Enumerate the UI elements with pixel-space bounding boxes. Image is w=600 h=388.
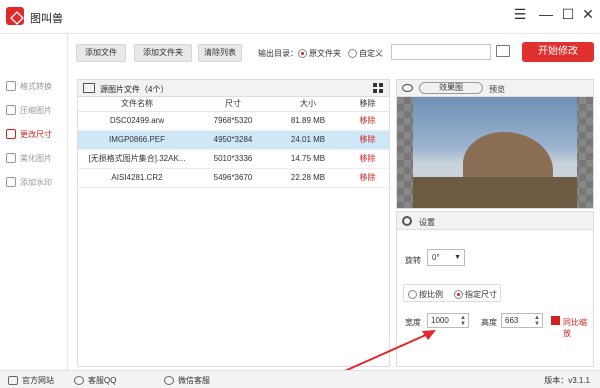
version-label: 版本：v3.1.1 xyxy=(544,376,590,385)
footer: 官方网站 客服QQ 微信客服 版本：v3.1.1 xyxy=(0,370,600,388)
website-link[interactable]: 官方网站 xyxy=(8,375,54,386)
wechat-icon xyxy=(164,376,174,385)
qq-support-link[interactable]: 客服QQ xyxy=(74,375,116,386)
monitor-icon xyxy=(8,376,18,385)
annotation-arrow-icon xyxy=(319,330,436,383)
wechat-support-link[interactable]: 微信客服 xyxy=(164,375,210,386)
qq-icon xyxy=(74,376,84,385)
